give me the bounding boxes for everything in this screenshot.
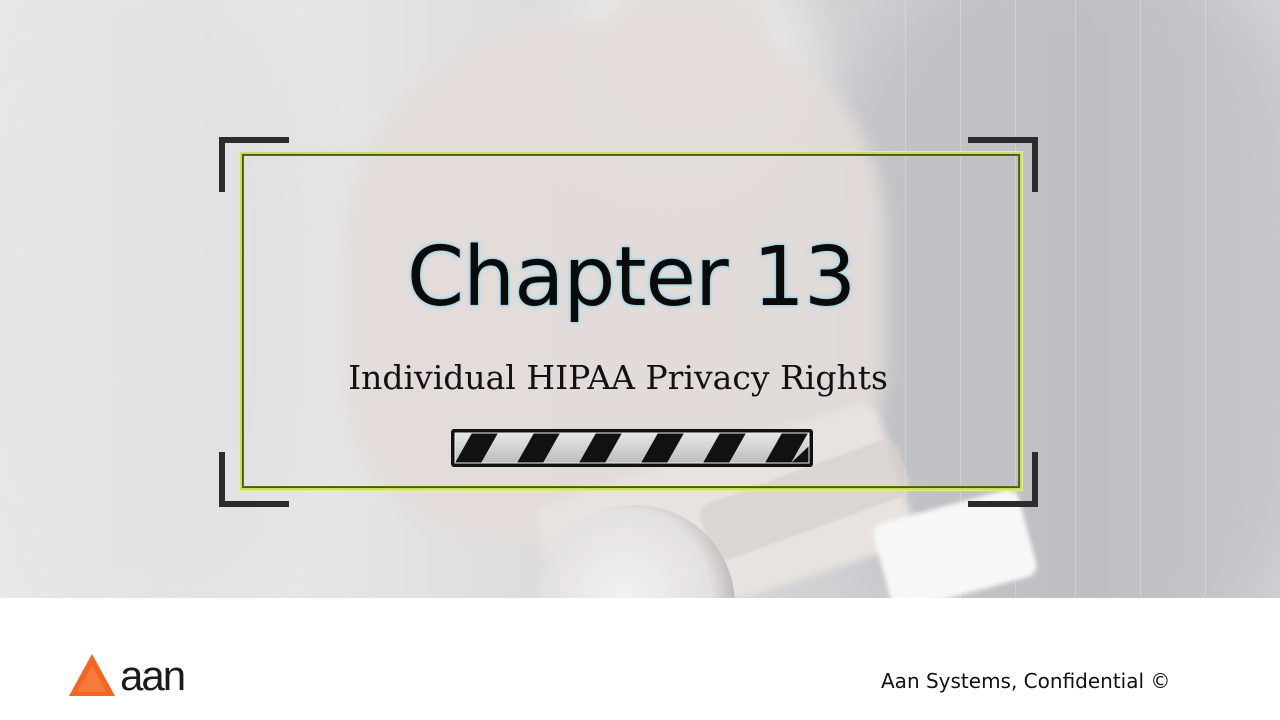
corner-bracket-bottom-left bbox=[219, 452, 289, 507]
corner-notch-top-left bbox=[275, 137, 289, 143]
logo-wordmark: aan bbox=[120, 652, 186, 699]
corner-notch-bottom-right bbox=[968, 501, 982, 507]
corner-bracket-top-left bbox=[219, 137, 289, 192]
slide-subtitle: Individual HIPAA Privacy Rights bbox=[348, 358, 888, 397]
confidential-notice: Aan Systems, Confidential © bbox=[881, 669, 1171, 693]
slide-title: Chapter 13 bbox=[406, 230, 856, 325]
striped-bar-icon bbox=[451, 429, 813, 467]
corner-bracket-bottom-right bbox=[968, 452, 1038, 507]
corner-notch-bottom-left bbox=[275, 501, 289, 507]
corner-bracket-top-right bbox=[968, 137, 1038, 192]
corner-notch-top-right bbox=[968, 137, 982, 143]
